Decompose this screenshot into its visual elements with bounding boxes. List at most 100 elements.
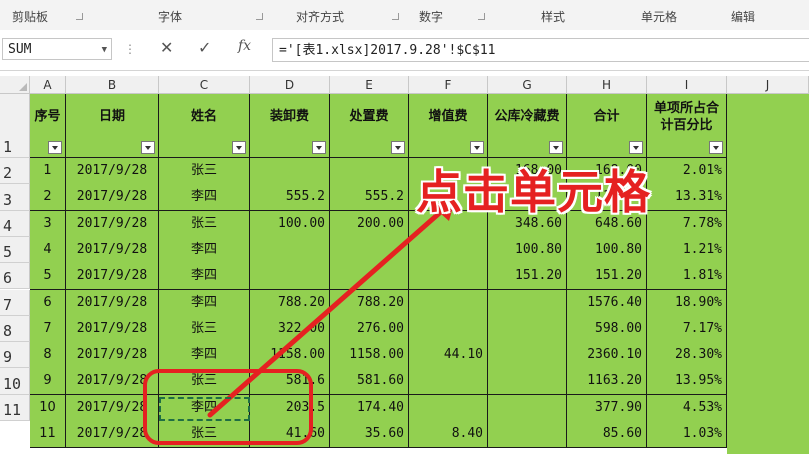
confirm-icon[interactable]: ✓ (198, 38, 211, 57)
column-header-g[interactable]: G (488, 76, 567, 94)
table-cell[interactable]: 李四 (159, 263, 250, 291)
ribbon-group-editing[interactable]: 编辑 (731, 8, 755, 25)
table-cell[interactable]: 788.20 (250, 289, 330, 317)
row-header-5[interactable]: 5 (0, 236, 30, 264)
filter-dropdown-icon[interactable] (629, 141, 643, 154)
table-cell[interactable]: 581.6 (250, 368, 330, 396)
ribbon-group-cells[interactable]: 单元格 (641, 8, 677, 25)
cancel-icon[interactable]: ✕ (160, 38, 173, 57)
table-cell[interactable]: 1158.00 (330, 342, 409, 370)
row-header-2[interactable]: 2 (0, 158, 30, 185)
dialog-launcher-icon[interactable] (478, 13, 485, 20)
table-cell[interactable]: 李四 (159, 289, 250, 317)
table-cell[interactable] (409, 394, 488, 422)
dialog-launcher-icon[interactable] (256, 13, 263, 20)
header-cell[interactable]: 装卸费 (250, 94, 330, 158)
table-cell[interactable]: 李四 (159, 342, 250, 370)
table-cell[interactable] (250, 263, 330, 291)
row-header-9[interactable]: 9 (0, 342, 30, 369)
table-cell[interactable]: 7 (30, 315, 66, 343)
table-cell[interactable] (330, 263, 409, 291)
header-cell[interactable]: 日期 (66, 94, 159, 158)
table-cell[interactable]: 4 (30, 236, 66, 264)
dialog-launcher-icon[interactable] (392, 13, 399, 20)
table-cell[interactable]: 35.60 (330, 421, 409, 448)
table-cell[interactable] (250, 236, 330, 264)
ribbon-group-number[interactable]: 数字 (419, 8, 443, 25)
column-header-b[interactable]: B (66, 76, 159, 94)
table-cell[interactable]: 1576.40 (567, 289, 647, 317)
table-cell[interactable]: 2017/9/28 (66, 394, 159, 422)
table-cell[interactable]: 2017/9/28 (66, 342, 159, 370)
table-cell[interactable]: 85.60 (567, 421, 647, 448)
table-cell[interactable] (409, 368, 488, 396)
table-cell[interactable]: 28.30% (647, 342, 727, 370)
table-cell[interactable] (488, 421, 567, 448)
table-cell[interactable]: 2017/9/28 (66, 315, 159, 343)
filter-dropdown-icon[interactable] (232, 141, 246, 154)
formula-input[interactable]: ='[表1.xlsx]2017.9.28'!$C$11 (272, 38, 809, 62)
column-j-fill[interactable] (727, 94, 809, 454)
table-cell[interactable]: 581.60 (330, 368, 409, 396)
table-cell[interactable]: 1.03% (647, 421, 727, 448)
table-cell[interactable]: 151.20 (488, 263, 567, 291)
table-cell[interactable]: 2017/9/28 (66, 421, 159, 448)
table-cell[interactable]: 203.5 (250, 394, 330, 422)
filter-dropdown-icon[interactable] (141, 141, 155, 154)
column-header-h[interactable]: H (567, 76, 647, 94)
table-cell[interactable]: 2 (30, 184, 66, 212)
table-cell[interactable]: 2017/9/28 (66, 236, 159, 264)
table-cell[interactable]: 张三 (159, 315, 250, 343)
table-cell[interactable]: 2017/9/28 (66, 158, 159, 185)
table-cell[interactable]: 4.53% (647, 394, 727, 422)
table-cell[interactable]: 6 (30, 289, 66, 317)
select-all-corner[interactable] (0, 76, 30, 94)
table-cell[interactable]: 2017/9/28 (66, 184, 159, 212)
ribbon-group-alignment[interactable]: 对齐方式 (296, 8, 344, 25)
table-cell[interactable]: 151.20 (567, 263, 647, 291)
row-header-7[interactable]: 7 (0, 289, 30, 316)
table-cell[interactable] (330, 158, 409, 185)
table-cell[interactable]: 276.00 (330, 315, 409, 343)
row-header-1[interactable]: 1 (0, 94, 30, 158)
filter-dropdown-icon[interactable] (48, 141, 62, 154)
ribbon-group-font[interactable]: 字体 (158, 8, 182, 25)
table-cell[interactable]: 322.00 (250, 315, 330, 343)
header-cell[interactable]: 增值费 (409, 94, 488, 158)
table-cell[interactable]: 3 (30, 210, 66, 238)
table-cell[interactable]: 13.31% (647, 184, 727, 212)
table-cell[interactable]: 1.81% (647, 263, 727, 291)
table-cell[interactable]: 李四 (159, 236, 250, 264)
table-cell[interactable]: 2017/9/28 (66, 210, 159, 238)
column-header-a[interactable]: A (30, 76, 66, 94)
table-cell[interactable]: 李四 (159, 184, 250, 212)
table-cell[interactable]: 44.10 (409, 342, 488, 370)
name-box[interactable]: SUM ▼ (2, 38, 112, 60)
table-cell[interactable] (488, 289, 567, 317)
row-header-3[interactable]: 3 (0, 184, 30, 211)
table-cell[interactable]: 377.90 (567, 394, 647, 422)
column-header-c[interactable]: C (159, 76, 250, 94)
table-cell[interactable]: 100.80 (488, 236, 567, 264)
table-cell[interactable]: 13.95% (647, 368, 727, 396)
table-cell[interactable]: 598.00 (567, 315, 647, 343)
table-cell[interactable]: 7.17% (647, 315, 727, 343)
ribbon-group-clipboard[interactable]: 剪贴板 (12, 8, 48, 25)
table-cell[interactable]: 5 (30, 263, 66, 291)
table-cell[interactable]: 张三 (159, 421, 250, 448)
table-cell[interactable]: 100.80 (567, 236, 647, 264)
more-options-icon[interactable]: ⋮ (124, 42, 136, 56)
row-header-11[interactable]: 11 (0, 394, 30, 421)
table-cell[interactable]: 555.2 (330, 184, 409, 212)
column-header-f[interactable]: F (409, 76, 488, 94)
table-cell[interactable] (488, 315, 567, 343)
table-cell[interactable]: 555.2 (250, 184, 330, 212)
filter-dropdown-icon[interactable] (709, 141, 723, 154)
dialog-launcher-icon[interactable] (76, 13, 83, 20)
table-cell[interactable]: 788.20 (330, 289, 409, 317)
table-cell[interactable] (488, 394, 567, 422)
table-cell[interactable]: 1.21% (647, 236, 727, 264)
row-header-8[interactable]: 8 (0, 315, 30, 343)
table-cell[interactable]: 8.40 (409, 421, 488, 448)
selected-cell-marquee[interactable] (159, 397, 250, 421)
